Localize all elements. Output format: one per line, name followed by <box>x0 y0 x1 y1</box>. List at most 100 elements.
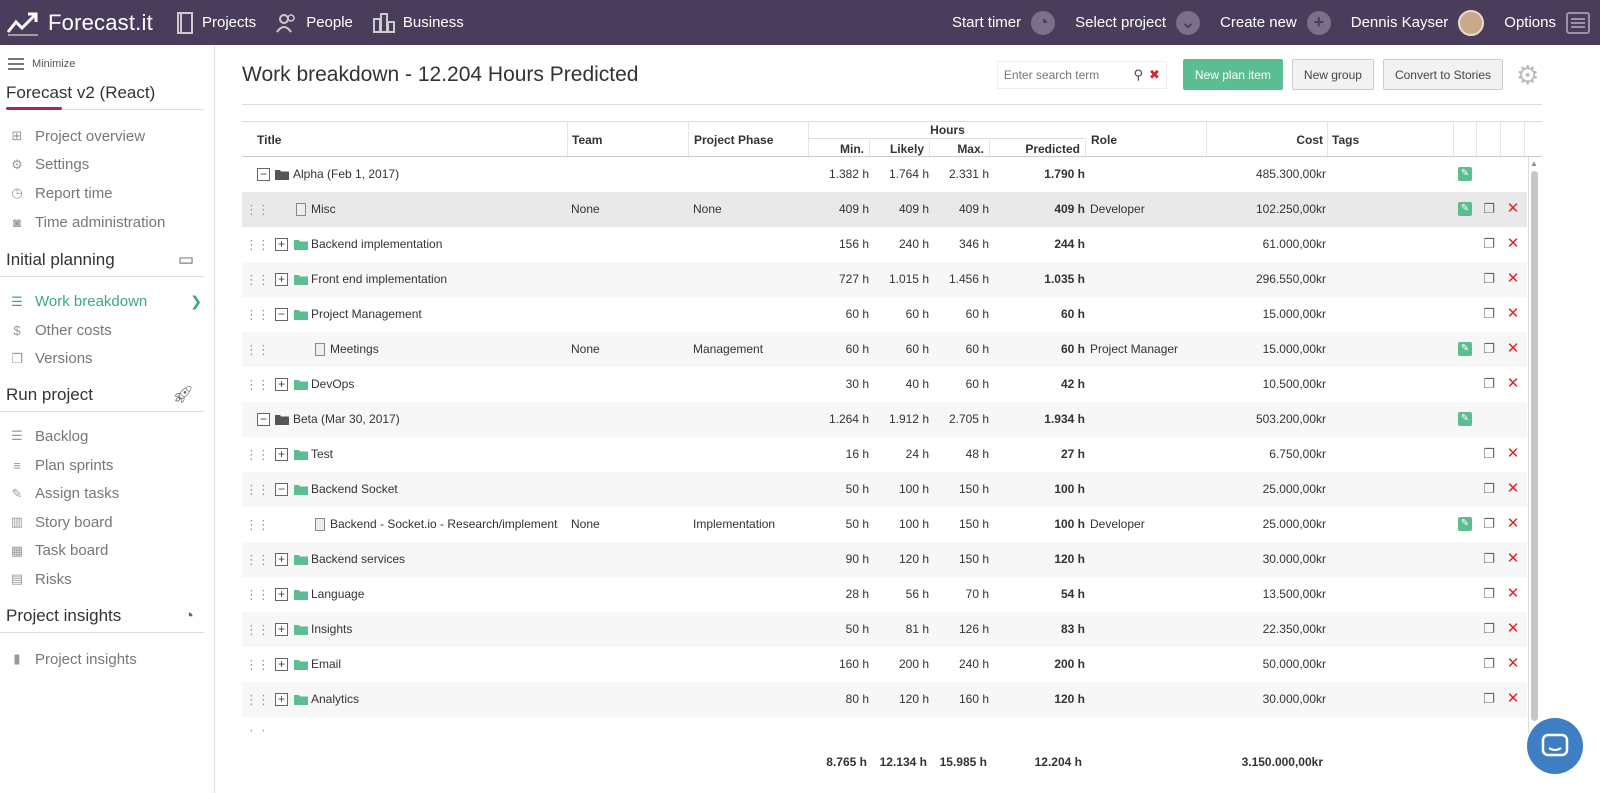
row-title[interactable]: Test <box>311 437 333 472</box>
collapse-toggle-icon[interactable]: − <box>275 483 288 496</box>
row-title[interactable]: DevOps <box>311 367 354 402</box>
drag-handle-icon[interactable]: ⋮⋮ <box>245 297 270 332</box>
table-row[interactable]: ⋮⋮ − Project Management 60 h 60 h 60 h 60 h 15.… <box>242 297 1527 332</box>
table-row[interactable]: ⋮⋮ − Backend Socket 50 h 100 h 150 h 100 h 25.0… <box>242 472 1527 507</box>
delete-icon[interactable]: ✕ <box>1506 621 1520 636</box>
row-min-hours[interactable]: 1.264 h <box>809 402 869 437</box>
brand[interactable]: Forecast.it <box>0 10 170 36</box>
delete-icon[interactable]: ✕ <box>1506 481 1520 496</box>
row-max-hours[interactable]: 60 h <box>930 367 989 402</box>
duplicate-icon[interactable]: ❐ <box>1482 622 1496 636</box>
sidebar-item-other-costs[interactable]: $ Other costs <box>0 316 214 345</box>
sidebar-item-task-board[interactable]: ▦ Task board <box>0 537 214 566</box>
convert-to-stories-button[interactable]: Convert to Stories <box>1382 59 1503 90</box>
nav-projects[interactable]: Projects <box>176 11 256 34</box>
column-role[interactable]: Role <box>1086 122 1207 158</box>
delete-icon[interactable]: ✕ <box>1506 691 1520 706</box>
table-row[interactable]: ⋮⋮ Backend - Socket.io - Research/impleme… <box>242 507 1527 542</box>
table-row[interactable]: ⋮⋮ Misc None None 409 h 409 h 409 h 409 h Develo… <box>242 192 1527 227</box>
chat-launcher-button[interactable] <box>1527 718 1583 774</box>
duplicate-icon[interactable]: ❐ <box>1482 272 1496 286</box>
edit-icon[interactable]: ✎ <box>1458 517 1472 531</box>
expand-toggle-icon[interactable]: + <box>275 658 288 671</box>
table-row[interactable]: − Alpha (Feb 1, 2017) 1.382 h 1.764 h 2.331 … <box>242 157 1527 192</box>
row-max-hours[interactable]: 2.705 h <box>930 402 989 437</box>
duplicate-icon[interactable]: ❐ <box>1482 552 1496 566</box>
collapse-toggle-icon[interactable]: − <box>275 308 288 321</box>
duplicate-icon[interactable]: ❐ <box>1482 237 1496 251</box>
options-menu[interactable]: Options <box>1504 11 1600 34</box>
user-menu[interactable]: Dennis Kayser <box>1351 9 1485 36</box>
expand-toggle-icon[interactable]: + <box>275 693 288 706</box>
row-title[interactable]: Analytics <box>311 682 359 717</box>
drag-handle-icon[interactable]: ⋮⋮ <box>245 332 270 367</box>
expand-toggle-icon[interactable]: + <box>275 273 288 286</box>
sidebar-item-work-breakdown[interactable]: ☰ Work breakdown ❯ <box>0 287 214 316</box>
row-min-hours[interactable]: 156 h <box>809 227 869 262</box>
table-row[interactable]: ⋮⋮ + Front end implementation 727 h 1.015 h1… <box>242 262 1527 297</box>
row-team[interactable]: None <box>571 192 600 227</box>
column-likely[interactable]: Likely <box>870 140 930 158</box>
sidebar-item-plan-sprints[interactable]: ≡ Plan sprints <box>0 451 214 480</box>
column-project-phase[interactable]: Project Phase <box>689 122 809 158</box>
delete-icon[interactable]: ✕ <box>1506 551 1520 566</box>
duplicate-icon[interactable]: ❐ <box>1482 517 1496 531</box>
row-min-hours[interactable]: 60 h <box>809 297 869 332</box>
scroll-up-icon[interactable]: ▲ <box>1530 159 1538 168</box>
table-row[interactable]: ⋮⋮ Meetings None Management 60 h 60 h 60 h 60 h… <box>242 332 1527 367</box>
column-predicted[interactable]: Predicted <box>990 140 1086 158</box>
row-title[interactable]: Email <box>311 647 341 682</box>
expand-toggle-icon[interactable]: + <box>275 238 288 251</box>
new-group-button[interactable]: New group <box>1291 59 1374 90</box>
duplicate-icon[interactable]: ❐ <box>1482 482 1496 496</box>
sidebar-item-project-overview[interactable]: ⊞ Project overview <box>0 122 214 151</box>
row-max-hours[interactable]: 1.456 h <box>930 262 989 297</box>
row-likely-hours[interactable]: 1.764 h <box>870 157 929 192</box>
duplicate-icon[interactable]: ❐ <box>1482 307 1496 321</box>
collapse-toggle-icon[interactable]: − <box>257 168 270 181</box>
row-likely-hours[interactable]: 1.015 h <box>870 262 929 297</box>
row-likely-hours[interactable]: 24 h <box>870 437 929 472</box>
column-team[interactable]: Team <box>568 122 689 158</box>
row-title[interactable]: Misc <box>311 192 336 227</box>
delete-icon[interactable]: ✕ <box>1506 376 1520 391</box>
duplicate-icon[interactable]: ❐ <box>1482 692 1496 706</box>
sidebar-item-story-board[interactable]: ▥ Story board <box>0 508 214 537</box>
table-row[interactable]: ⋮⋮ + Insights 50 h 81 h 126 h 83 h 22.350,00kr ❐… <box>242 612 1527 647</box>
row-max-hours[interactable]: 126 h <box>930 612 989 647</box>
row-max-hours[interactable]: 160 h <box>930 682 989 717</box>
select-project-dropdown[interactable]: Select project ⌄ <box>1075 10 1201 35</box>
edit-icon[interactable]: ✎ <box>1458 202 1472 216</box>
delete-icon[interactable]: ✕ <box>1506 341 1520 356</box>
row-min-hours[interactable]: 80 h <box>809 682 869 717</box>
row-min-hours[interactable]: 30 h <box>809 367 869 402</box>
row-title[interactable]: Front end implementation <box>311 262 447 297</box>
drag-handle-icon[interactable]: ⋮⋮ <box>245 612 270 647</box>
drag-handle-icon[interactable]: ⋮⋮ <box>245 542 270 577</box>
edit-icon[interactable]: ✎ <box>1458 342 1472 356</box>
row-min-hours[interactable]: 50 h <box>809 507 869 542</box>
delete-icon[interactable]: ✕ <box>1506 516 1520 531</box>
sidebar-item-report-time[interactable]: ◷ Report time <box>0 179 214 208</box>
new-plan-item-button[interactable]: New plan item <box>1182 59 1283 90</box>
edit-icon[interactable]: ✎ <box>1458 412 1472 426</box>
sidebar-item-versions[interactable]: ❐ Versions <box>0 345 214 374</box>
row-likely-hours[interactable]: 81 h <box>870 612 929 647</box>
row-likely-hours[interactable]: 100 h <box>870 507 929 542</box>
table-row[interactable]: ⋮⋮ + Analytics 80 h 120 h 160 h 120 h 30.000,00… <box>242 682 1527 717</box>
row-title[interactable]: Beta (Mar 30, 2017) <box>293 402 400 437</box>
row-max-hours[interactable]: 150 h <box>930 472 989 507</box>
row-max-hours[interactable]: 2.331 h <box>930 157 989 192</box>
drag-handle-icon[interactable]: ⋮⋮ <box>245 507 270 542</box>
row-project-phase[interactable]: Management <box>693 332 763 367</box>
table-row[interactable]: ⋮⋮ + Email 160 h 200 h 240 h 200 h 50.000,00kr ❐… <box>242 647 1527 682</box>
row-max-hours[interactable]: 409 h <box>930 192 989 227</box>
delete-icon[interactable]: ✕ <box>1506 236 1520 251</box>
duplicate-icon[interactable]: ❐ <box>1482 202 1496 216</box>
duplicate-icon[interactable]: ❐ <box>1482 587 1496 601</box>
delete-icon[interactable]: ✕ <box>1506 271 1520 286</box>
row-title[interactable]: Alpha (Feb 1, 2017) <box>293 157 399 192</box>
minimize-sidebar-button[interactable]: Minimize <box>0 45 214 73</box>
scrollbar-thumb[interactable] <box>1531 171 1538 721</box>
delete-icon[interactable]: ✕ <box>1506 446 1520 461</box>
